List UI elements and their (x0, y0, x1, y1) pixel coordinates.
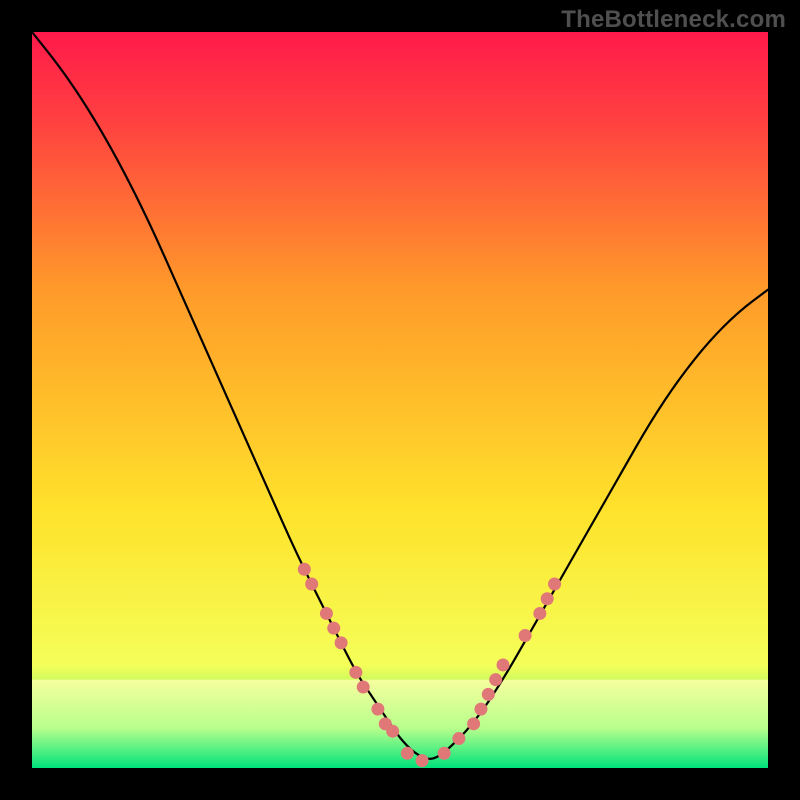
sample-point (467, 717, 480, 730)
sample-point (474, 703, 487, 716)
sample-point (497, 658, 510, 671)
gradient-background (32, 32, 768, 768)
sample-point (416, 754, 429, 767)
sample-point (335, 636, 348, 649)
sample-point (438, 747, 451, 760)
sample-point (541, 592, 554, 605)
chart-canvas (32, 32, 768, 768)
sample-point (357, 681, 370, 694)
sample-point (533, 607, 546, 620)
bottom-highlight-band (32, 680, 768, 768)
sample-point (298, 563, 311, 576)
sample-point (548, 578, 561, 591)
sample-point (489, 673, 502, 686)
sample-point (519, 629, 532, 642)
sample-point (305, 578, 318, 591)
sample-point (386, 725, 399, 738)
sample-point (452, 732, 465, 745)
watermark-text: TheBottleneck.com (561, 6, 786, 34)
sample-point (482, 688, 495, 701)
sample-point (401, 747, 414, 760)
sample-point (349, 666, 362, 679)
sample-point (371, 703, 384, 716)
sample-point (327, 622, 340, 635)
sample-point (320, 607, 333, 620)
